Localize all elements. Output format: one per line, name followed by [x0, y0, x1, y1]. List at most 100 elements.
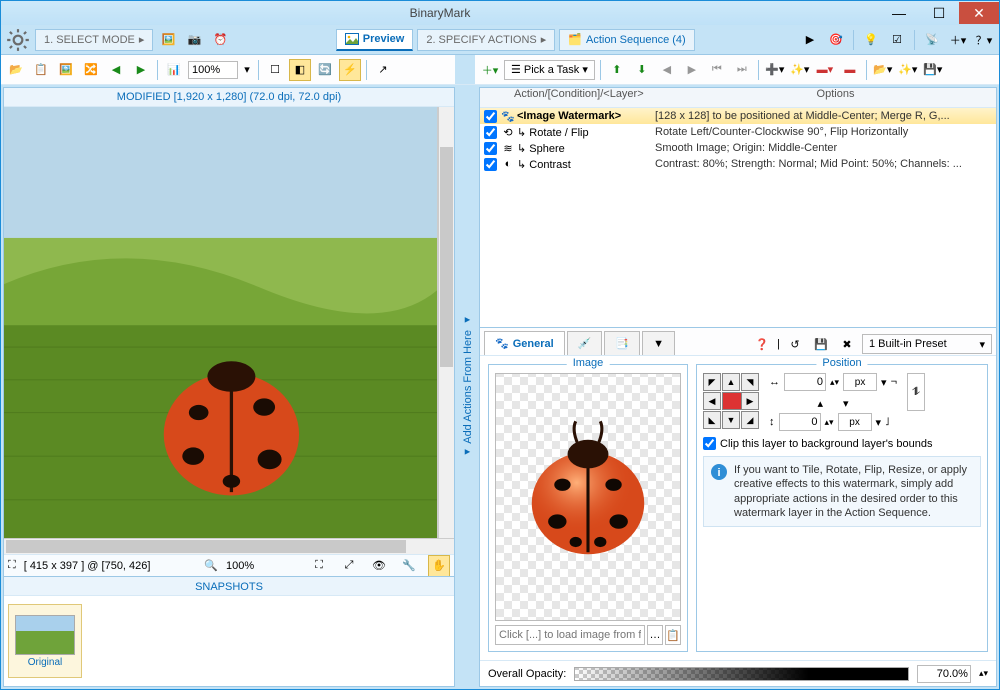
action-name: <Image Watermark> [515, 110, 655, 122]
clip-checkbox[interactable] [703, 437, 716, 450]
action-row-contrast[interactable]: ◐ ↳ Contrast Contrast: 80%; Strength: No… [480, 156, 996, 172]
step-1-select-mode[interactable]: 1. SELECT MODE ▸ [35, 29, 153, 51]
snapshots-area: Original [4, 596, 454, 686]
save2-icon[interactable]: 💾 [810, 333, 832, 355]
window-maximize-button[interactable]: ☐ [919, 2, 959, 24]
add-menu-icon[interactable]: ＋▾ [947, 29, 969, 51]
header-options: Options [675, 88, 996, 107]
action-enabled-checkbox[interactable] [484, 158, 497, 171]
new-seq-icon[interactable]: ✨▾ [897, 59, 919, 81]
paste-image-button[interactable]: 📋 [665, 625, 681, 645]
image-path-input[interactable] [495, 625, 645, 645]
paste-icon[interactable]: 📋 [30, 59, 52, 81]
reset-icon[interactable]: ↺ [784, 333, 806, 355]
refresh-icon[interactable]: 🔄 [314, 59, 336, 81]
shuffle-icon[interactable]: 🔀 [80, 59, 102, 81]
mode-camera-icon[interactable]: 📷 [183, 29, 205, 51]
preview-vertical-scrollbar[interactable] [438, 107, 454, 538]
layout-1-icon[interactable]: ☐ [264, 59, 286, 81]
run-icon[interactable]: ▶ [799, 29, 821, 51]
image-preview[interactable] [4, 107, 438, 538]
histogram-icon[interactable]: 📊 [163, 59, 185, 81]
opacity-value-input[interactable] [917, 665, 971, 683]
title-bar: BinaryMark — ☐ ✕ [1, 1, 999, 25]
lightbulb-icon[interactable]: 💡 [860, 29, 882, 51]
open-seq-icon[interactable]: 📂▾ [872, 59, 894, 81]
clear-icon[interactable]: ▬ [839, 59, 861, 81]
undo-icon[interactable]: ◀ [656, 59, 678, 81]
fullscreen-icon[interactable]: ⤢ [338, 555, 360, 577]
pan-hand-icon[interactable]: ✋ [428, 555, 450, 577]
anchor-grid[interactable]: ◤▲◥ ◀▶ ◣▼◢ [703, 373, 759, 429]
tab-eyedropper[interactable]: 💉 [567, 331, 603, 355]
tab-preview[interactable]: Preview [336, 29, 414, 51]
action-enabled-checkbox[interactable] [484, 110, 497, 123]
x-unit-select[interactable] [843, 373, 877, 391]
checklist-icon[interactable]: ☑ [886, 29, 908, 51]
eyedropper-icon[interactable]: 👁 [368, 555, 390, 577]
skip-fwd-icon[interactable]: ⏭ [731, 59, 753, 81]
collapse-down-icon[interactable]: ▾ [843, 397, 849, 407]
move-up-icon[interactable]: ⬆ [606, 59, 628, 81]
wrench-icon[interactable]: 🔧 [398, 555, 420, 577]
tab-general[interactable]: 🐾 General [484, 331, 565, 355]
settings-gear-icon[interactable] [5, 27, 31, 53]
target-icon[interactable]: 🎯 [825, 29, 847, 51]
snap-bottom-icon[interactable]: ˩ [885, 416, 889, 428]
open-icon[interactable]: 📂 [5, 59, 27, 81]
y-offset-input[interactable] [779, 413, 821, 431]
add-layer-icon[interactable]: ➕▾ [764, 59, 786, 81]
help2-icon[interactable]: ❓ [751, 333, 773, 355]
anchor-center-selected[interactable] [722, 392, 742, 410]
mid-gutter[interactable]: ◂ Add Actions From Here ◂ [457, 85, 477, 689]
flash-icon[interactable]: ⚡ [339, 59, 361, 81]
tab-filter[interactable]: ▼ [642, 331, 675, 355]
move-down-icon[interactable]: ⬇ [631, 59, 653, 81]
remove-icon[interactable]: ▬▾ [814, 59, 836, 81]
y-unit-select[interactable] [838, 413, 872, 431]
action-row-sphere[interactable]: ≋ ↳ Sphere Smooth Image; Origin: Middle-… [480, 140, 996, 156]
add-effect-icon[interactable]: ✨▾ [789, 59, 811, 81]
add-action-icon[interactable]: ＋▾ [479, 59, 501, 81]
layout-split-icon[interactable]: ◧ [289, 59, 311, 81]
snapshot-original[interactable]: Original [8, 604, 82, 678]
pic-icon[interactable]: 🖼️ [55, 59, 77, 81]
collapse-up-icon[interactable]: ▴ [817, 397, 823, 407]
pick-a-task-dropdown[interactable]: ☰Pick a Task▾ [504, 60, 595, 80]
help-icon[interactable]: ？▾ [973, 29, 995, 51]
save-seq-icon[interactable]: 💾▾ [922, 59, 944, 81]
next-arrow-icon[interactable]: ▶ [130, 59, 152, 81]
x-axis-icon: ↔ [769, 376, 780, 388]
zoom-dropdown-icon[interactable]: ▾ [241, 59, 253, 81]
action-enabled-checkbox[interactable] [484, 126, 497, 139]
action-row-image-watermark[interactable]: 🐾 <Image Watermark> [128 x 128] to be po… [480, 108, 996, 124]
skip-back-icon[interactable]: ⏮ [706, 59, 728, 81]
link-xy-button[interactable]: ⥮ [907, 373, 925, 411]
fit-icon[interactable]: ⛶ [308, 555, 330, 577]
preset-dropdown[interactable]: 1 Built-in Preset▾ [862, 334, 992, 354]
delete-icon[interactable]: ✖ [836, 333, 858, 355]
window-minimize-button[interactable]: — [879, 2, 919, 24]
mode-files-icon[interactable]: 🖼️ [157, 29, 179, 51]
window-close-button[interactable]: ✕ [959, 2, 999, 24]
prev-arrow-icon[interactable]: ◀ [105, 59, 127, 81]
mode-schedule-icon[interactable]: ⏰ [209, 29, 231, 51]
watermark-image-preview[interactable] [495, 373, 681, 621]
step-2-specify-actions[interactable]: 2. SPECIFY ACTIONS ▸ [417, 29, 555, 51]
funnel-icon: ▼ [653, 338, 664, 350]
tab-action-sequence[interactable]: 🗂️ Action Sequence (4) [559, 29, 694, 51]
action-enabled-checkbox[interactable] [484, 142, 497, 155]
action-row-rotate-flip[interactable]: ⟲ ↳ Rotate / Flip Rotate Left/Counter-Cl… [480, 124, 996, 140]
online-icon[interactable]: 📡 [921, 29, 943, 51]
action-list[interactable]: 🐾 <Image Watermark> [128 x 128] to be po… [480, 108, 996, 328]
x-offset-input[interactable] [784, 373, 826, 391]
zoom-input[interactable] [188, 61, 238, 79]
preview-horizontal-scrollbar[interactable] [4, 538, 454, 554]
tab-copy[interactable]: 📑 [604, 331, 640, 355]
export-icon[interactable]: ↗ [372, 59, 394, 81]
action-options: Contrast: 80%; Strength: Normal; Mid Poi… [655, 158, 992, 170]
snap-right-icon[interactable]: ¬ [891, 376, 897, 388]
browse-button[interactable]: … [647, 625, 663, 645]
opacity-slider[interactable] [574, 667, 909, 681]
redo-icon[interactable]: ▶ [681, 59, 703, 81]
